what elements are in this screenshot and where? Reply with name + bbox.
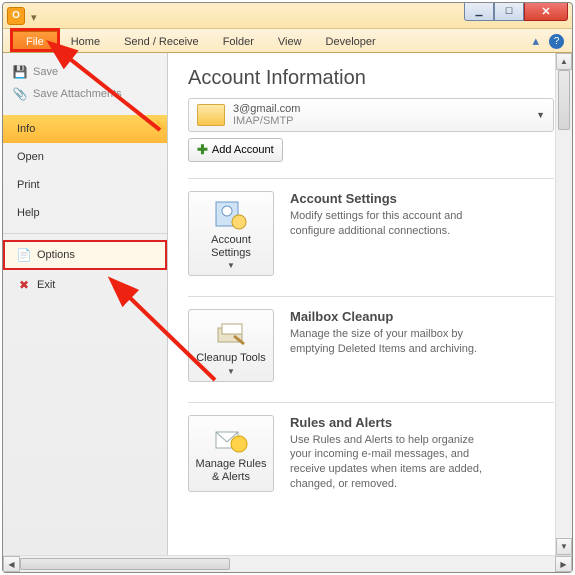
- outlook-app-icon: O: [7, 7, 25, 25]
- account-selector[interactable]: 3@gmail.com IMAP/SMTP ▼: [188, 98, 554, 132]
- tab-folder[interactable]: Folder: [211, 32, 266, 52]
- tab-view[interactable]: View: [266, 32, 314, 52]
- options-icon: 📄: [17, 248, 31, 262]
- backstage-nav: Info Open Print Help 📄 Options ✖ Exit: [3, 115, 167, 300]
- add-account-label: Add Account: [212, 144, 274, 156]
- section-rules-alerts: Manage Rules & Alerts Rules and Alerts U…: [188, 415, 554, 492]
- maximize-button[interactable]: ☐: [494, 3, 524, 21]
- account-text: 3@gmail.com IMAP/SMTP: [233, 103, 300, 127]
- scroll-down-button[interactable]: ▼: [556, 538, 572, 555]
- scroll-thumb-h[interactable]: [20, 558, 230, 570]
- page-title: Account Information: [188, 67, 554, 90]
- tab-file[interactable]: File: [11, 31, 59, 52]
- save-attachments-action: 📎 Save Attachments: [3, 83, 167, 105]
- section-account-settings: Account Settings ▼ Account Settings Modi…: [188, 191, 554, 276]
- exit-icon: ✖: [17, 278, 31, 292]
- cleanup-tools-button[interactable]: Cleanup Tools ▼: [188, 309, 274, 381]
- backstage-sidebar: 💾 Save 📎 Save Attachments Info Open Prin…: [3, 53, 168, 572]
- chevron-down-icon: ▼: [227, 367, 235, 376]
- save-label: Save: [33, 66, 58, 78]
- minimize-button[interactable]: ▁: [464, 3, 494, 21]
- sidebar-item-exit[interactable]: ✖ Exit: [3, 270, 167, 300]
- scroll-left-button[interactable]: ◀: [3, 556, 20, 572]
- tab-developer[interactable]: Developer: [314, 32, 388, 52]
- separator: [188, 178, 554, 179]
- rules-alerts-heading: Rules and Alerts: [290, 415, 490, 430]
- account-settings-heading: Account Settings: [290, 191, 490, 206]
- vertical-scrollbar[interactable]: ▲ ▼: [555, 53, 572, 555]
- chevron-down-icon: ▼: [227, 261, 235, 270]
- account-email: 3@gmail.com: [233, 103, 300, 115]
- backstage-main: Account Information 3@gmail.com IMAP/SMT…: [168, 53, 572, 572]
- sidebar-item-open[interactable]: Open: [3, 143, 167, 171]
- cleanup-tools-icon: [214, 318, 248, 348]
- scroll-right-button[interactable]: ▶: [555, 556, 572, 572]
- account-dropdown-icon[interactable]: ▼: [536, 110, 545, 120]
- account-settings-text: Account Settings Modify settings for thi…: [290, 191, 490, 276]
- backstage-body: 💾 Save 📎 Save Attachments Info Open Prin…: [3, 53, 572, 572]
- qat-dropdown-icon[interactable]: ▾: [31, 11, 41, 21]
- manage-rules-btn-label: Manage Rules & Alerts: [193, 458, 269, 484]
- account-protocol: IMAP/SMTP: [233, 115, 300, 127]
- rules-alerts-text: Rules and Alerts Use Rules and Alerts to…: [290, 415, 490, 492]
- separator: [188, 296, 554, 297]
- mailbox-cleanup-heading: Mailbox Cleanup: [290, 309, 490, 324]
- scroll-thumb-v[interactable]: [558, 70, 570, 130]
- collapse-ribbon-icon[interactable]: ▴: [532, 33, 539, 49]
- save-attachments-label: Save Attachments: [33, 88, 122, 100]
- mailbox-cleanup-text: Mailbox Cleanup Manage the size of your …: [290, 309, 490, 381]
- ribbon-tabs: File Home Send / Receive Folder View Dev…: [3, 29, 572, 53]
- exit-label: Exit: [37, 279, 55, 291]
- account-settings-button[interactable]: Account Settings ▼: [188, 191, 274, 276]
- mailbox-cleanup-desc: Manage the size of your mailbox by empty…: [290, 327, 490, 357]
- rules-alerts-icon: [214, 424, 248, 454]
- scroll-up-button[interactable]: ▲: [556, 53, 572, 70]
- account-settings-icon: [214, 200, 248, 230]
- rules-alerts-desc: Use Rules and Alerts to help organize yo…: [290, 433, 490, 492]
- sidebar-item-info[interactable]: Info: [3, 115, 167, 143]
- attachment-icon: 📎: [13, 87, 27, 101]
- tab-send-receive[interactable]: Send / Receive: [112, 32, 211, 52]
- separator: [188, 402, 554, 403]
- sidebar-item-print[interactable]: Print: [3, 171, 167, 199]
- manage-rules-alerts-button[interactable]: Manage Rules & Alerts: [188, 415, 274, 492]
- account-settings-desc: Modify settings for this account and con…: [290, 209, 490, 239]
- save-action: 💾 Save: [3, 61, 167, 83]
- options-label: Options: [37, 249, 75, 261]
- app-window: O ▾ ▁ ☐ ✕ File Home Send / Receive Folde…: [2, 2, 573, 573]
- plus-icon: ✚: [197, 142, 208, 158]
- tab-home[interactable]: Home: [59, 32, 112, 52]
- scroll-track-h[interactable]: [20, 556, 555, 572]
- window-controls: ▁ ☐ ✕: [464, 3, 568, 21]
- horizontal-scrollbar[interactable]: ◀ ▶: [3, 555, 572, 572]
- close-button[interactable]: ✕: [524, 3, 568, 21]
- ribbon-help: ▴ ?: [532, 33, 564, 49]
- save-icon: 💾: [13, 65, 27, 79]
- help-icon[interactable]: ?: [549, 34, 564, 49]
- cleanup-tools-btn-label: Cleanup Tools: [196, 352, 266, 365]
- titlebar: O ▾ ▁ ☐ ✕: [3, 3, 572, 29]
- sidebar-item-help[interactable]: Help: [3, 199, 167, 227]
- section-mailbox-cleanup: Cleanup Tools ▼ Mailbox Cleanup Manage t…: [188, 309, 554, 381]
- add-account-button[interactable]: ✚ Add Account: [188, 138, 283, 162]
- sidebar-item-options[interactable]: 📄 Options: [3, 240, 167, 270]
- account-settings-btn-label: Account Settings: [193, 234, 269, 260]
- account-folder-icon: [197, 104, 225, 126]
